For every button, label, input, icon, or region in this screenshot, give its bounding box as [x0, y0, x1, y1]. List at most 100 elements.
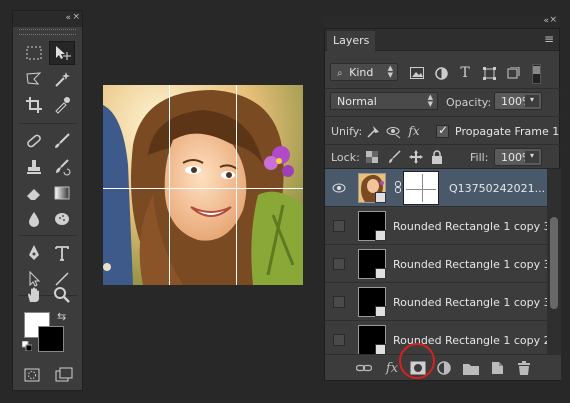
layer-thumbnail [358, 211, 386, 241]
tools-panel-header[interactable]: « × [13, 11, 82, 27]
document-canvas[interactable] [103, 85, 303, 285]
screen-mode-button[interactable] [51, 363, 77, 387]
layer-row[interactable]: Rounded Rectangle 1 copy 2 [325, 321, 547, 355]
blur-tool[interactable] [21, 207, 47, 231]
tab-layers[interactable]: Layers [327, 31, 376, 51]
close-icon[interactable]: × [549, 15, 557, 25]
layer-name[interactable]: Rounded Rectangle 1 copy 3 [393, 258, 547, 271]
brush-icon [55, 133, 70, 148]
visibility-toggle[interactable] [331, 218, 347, 234]
fill-label: Fill: [470, 151, 489, 164]
quick-mask-icon [24, 368, 40, 382]
lock-all-icon[interactable] [429, 149, 445, 165]
gradient-tool[interactable] [49, 181, 75, 205]
background-color-swatch[interactable] [38, 326, 64, 352]
eye-icon[interactable] [331, 180, 347, 196]
filter-kind-select[interactable]: ⌕ Kind ▲ ▼ [330, 63, 398, 81]
chevron-down-icon[interactable]: ▾ [525, 151, 539, 163]
lock-transparent-icon[interactable] [364, 149, 380, 165]
eyedropper-tool[interactable] [49, 93, 75, 117]
move-tool[interactable] [49, 41, 75, 65]
layer-row[interactable]: Rounded Rectangle 1 copy 3 [325, 245, 547, 283]
zoom-icon [54, 287, 70, 303]
brush-tool[interactable] [49, 129, 75, 153]
filter-row: ⌕ Kind ▲ ▼ T [325, 61, 561, 89]
layers-panel: Layers ≡ ⌕ Kind ▲ ▼ T Normal ▲ ▼ Opacity… [324, 28, 561, 381]
layers-scrollbar[interactable] [547, 169, 561, 355]
lock-pixels-icon[interactable] [386, 149, 402, 165]
filter-shape-icon[interactable] [481, 65, 497, 81]
sponge-icon [55, 213, 69, 225]
layers-panel-dock-bar[interactable]: « × [324, 15, 560, 28]
eyedropper-icon [55, 97, 70, 114]
type-icon [55, 246, 69, 261]
filter-kind-value: Kind [349, 66, 374, 79]
adjustment-icon[interactable] [435, 359, 453, 377]
layer-name[interactable]: Q13750242021... [449, 182, 545, 195]
blend-mode-select[interactable]: Normal ▲ ▼ [330, 92, 438, 110]
updown-arrows-icon: ▲ ▼ [387, 64, 393, 79]
layer-name[interactable]: Rounded Rectangle 1 copy 3 [393, 220, 547, 233]
vector-mask-badge-icon [375, 268, 386, 279]
unify-position-icon[interactable] [365, 123, 381, 139]
unify-style-icon[interactable]: fx [406, 123, 422, 139]
layer-mask-thumbnail[interactable] [403, 171, 439, 205]
visibility-toggle[interactable] [331, 256, 347, 272]
swap-colors-icon[interactable]: ⇆ [57, 310, 66, 323]
lock-position-icon[interactable] [408, 149, 424, 165]
panel-grip[interactable] [19, 29, 76, 35]
lasso-tool[interactable] [21, 67, 47, 91]
history-brush-tool[interactable] [49, 155, 75, 179]
new-layer-icon[interactable] [488, 359, 506, 377]
crop-tool[interactable] [21, 93, 47, 117]
visibility-toggle[interactable] [331, 294, 347, 310]
tool-divider [19, 123, 77, 124]
close-icon[interactable]: × [72, 12, 80, 22]
clone-stamp-tool[interactable] [21, 155, 47, 179]
eraser-tool[interactable] [21, 181, 47, 205]
collapse-icon[interactable]: « [65, 13, 70, 23]
propagate-frame-checkbox[interactable]: ✓ [436, 123, 449, 138]
hand-tool[interactable] [21, 283, 47, 307]
sponge-tool[interactable] [49, 207, 75, 231]
smart-object-badge-icon [375, 192, 386, 203]
type-tool[interactable] [49, 241, 75, 265]
checkmark-icon: ✓ [438, 123, 449, 137]
group-icon[interactable] [462, 359, 480, 377]
fill-input[interactable]: 100% ▾ [494, 148, 542, 166]
rectangular-marquee-icon [26, 46, 42, 60]
default-colors-icon[interactable] [22, 341, 32, 351]
layer-row[interactable]: Rounded Rectangle 1 copy 3 [325, 283, 547, 321]
link-layers-icon[interactable] [355, 359, 373, 377]
filter-toggle-switch[interactable] [532, 64, 541, 84]
layer-name[interactable]: Rounded Rectangle 1 copy 3 [393, 296, 547, 309]
magic-wand-tool[interactable] [49, 67, 75, 91]
trash-icon[interactable] [515, 359, 533, 377]
layer-row[interactable]: Rounded Rectangle 1 copy 3 [325, 207, 547, 245]
zoom-tool[interactable] [49, 283, 75, 307]
opacity-input[interactable]: 100% ▾ [494, 92, 542, 110]
chain-link-icon[interactable] [395, 181, 401, 196]
scrollbar-thumb[interactable] [550, 217, 558, 309]
filter-pixel-icon[interactable] [409, 65, 425, 81]
filter-type-icon[interactable]: T [457, 65, 473, 81]
layer-thumbnail [358, 249, 386, 279]
vector-mask-badge-icon [375, 306, 386, 317]
blur-icon [29, 212, 39, 227]
chevron-down-icon[interactable]: ▾ [525, 95, 539, 107]
collapse-icon[interactable]: « [543, 16, 548, 26]
spot-healing-icon [27, 134, 41, 148]
layer-row[interactable]: Q13750242021... [325, 169, 547, 207]
lasso-icon [26, 72, 42, 85]
history-brush-icon [56, 159, 71, 176]
clone-stamp-icon [27, 160, 41, 174]
panel-menu-icon[interactable]: ≡ [544, 32, 554, 46]
unify-visibility-icon[interactable] [385, 123, 401, 139]
spot-healing-tool[interactable] [21, 129, 47, 153]
quick-mask-button[interactable] [19, 363, 45, 387]
pen-tool[interactable] [21, 241, 47, 265]
filter-adjustment-icon[interactable] [433, 65, 449, 81]
visibility-toggle[interactable] [331, 332, 347, 348]
rectangular-marquee-tool[interactable] [21, 41, 47, 65]
filter-smart-object-icon[interactable] [505, 65, 521, 81]
